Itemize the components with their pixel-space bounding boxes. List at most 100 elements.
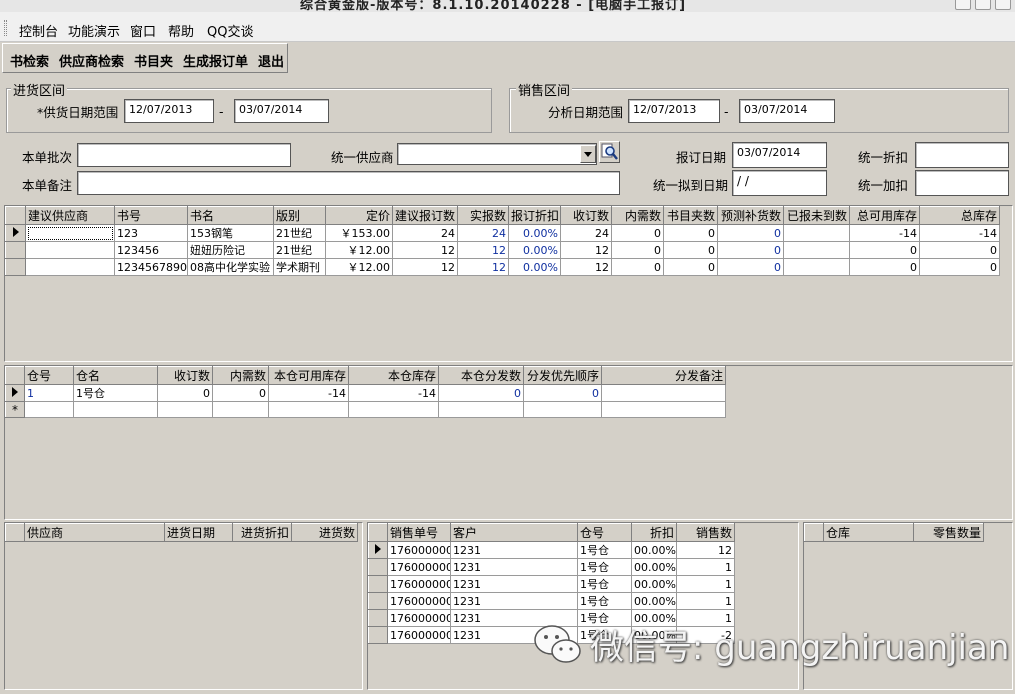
- table-row[interactable]: 123456 妞妞历险记 21世纪 ￥12.00 12 12 0.00% 12 …: [5, 241, 1000, 259]
- cell-warehouse-no[interactable]: 1号仓: [577, 558, 632, 576]
- col-header-price[interactable]: 定价: [325, 206, 393, 225]
- cell-sales-no[interactable]: 17600000000: [387, 609, 451, 627]
- order-date-input[interactable]: 03/07/2014: [732, 142, 827, 168]
- row-indicator[interactable]: [5, 224, 26, 242]
- cell-internal-qty[interactable]: 0: [611, 241, 664, 259]
- col-header-purchase-date[interactable]: 进货日期: [164, 523, 233, 542]
- cell-order-discount[interactable]: 0.00%: [508, 224, 561, 242]
- col-header-received-qty[interactable]: 收订数: [157, 366, 213, 385]
- remark-input[interactable]: [77, 171, 620, 195]
- row-indicator[interactable]: [5, 241, 26, 259]
- new-row-indicator[interactable]: *: [5, 401, 25, 418]
- cell-sales-no[interactable]: 17600000000: [387, 558, 451, 576]
- cell-warehouse-no[interactable]: 1号仓: [577, 592, 632, 610]
- row-indicator[interactable]: [368, 609, 388, 627]
- cell-warehouse-no[interactable]: 1号仓: [577, 575, 632, 593]
- cell-available-stock[interactable]: -14: [849, 224, 920, 242]
- row-indicator[interactable]: [5, 384, 25, 402]
- table-row[interactable]: 17600000000 1231 1号仓 00.00% 12: [368, 541, 735, 559]
- col-header-title[interactable]: 书名: [187, 206, 274, 225]
- cell-title[interactable]: 妞妞历险记: [187, 241, 274, 259]
- cell-warehouse-no[interactable]: 1号仓: [577, 541, 632, 559]
- col-header-warehouse[interactable]: 仓库: [823, 523, 914, 542]
- cell-forecast-qty[interactable]: 0: [717, 258, 784, 276]
- purchase-date-to-input[interactable]: 03/07/2014: [234, 99, 329, 123]
- col-header-warehouse-no[interactable]: 仓号: [577, 523, 632, 542]
- col-header-warehouse-no[interactable]: 仓号: [24, 366, 74, 385]
- col-header-isbn[interactable]: 书号: [114, 206, 188, 225]
- col-header-received-qty[interactable]: 收订数: [560, 206, 612, 225]
- col-header-retail-qty[interactable]: 零售数量: [913, 523, 984, 542]
- table-row[interactable]: 1234567890 08高中化学实验 学术期刊 ￥12.00 12 12 0.…: [5, 258, 1000, 276]
- col-header-total-stock[interactable]: 总库存: [919, 206, 1000, 225]
- cell-title[interactable]: 08高中化学实验: [187, 258, 274, 276]
- cell-edition[interactable]: 21世纪: [273, 241, 326, 259]
- col-header-folder-qty[interactable]: 书目夹数: [663, 206, 718, 225]
- sales-date-from-input[interactable]: 12/07/2013: [628, 99, 720, 123]
- col-header-warehouse-name[interactable]: 仓名: [73, 366, 158, 385]
- cell-folder-qty[interactable]: 0: [663, 224, 718, 242]
- book-order-grid[interactable]: 建议供应商 书号 书名 版别 定价 建议报订数 实报数 报订折扣 收订数 内需数…: [4, 205, 1013, 362]
- cell-received-qty[interactable]: 24: [560, 224, 612, 242]
- new-row[interactable]: *: [5, 401, 726, 418]
- close-button[interactable]: [995, 0, 1011, 10]
- cell-distribute-priority[interactable]: 0: [523, 384, 602, 402]
- book-folder-button[interactable]: 书目夹: [134, 51, 173, 70]
- col-header-distribute-priority[interactable]: 分发优先顺序: [523, 366, 602, 385]
- cell-actual-qty[interactable]: 12: [457, 258, 509, 276]
- cell-received-qty[interactable]: 12: [560, 258, 612, 276]
- col-header-internal-qty[interactable]: 内需数: [212, 366, 269, 385]
- col-header-warehouse-available[interactable]: 本仓可用库存: [268, 366, 349, 385]
- col-header-sales-qty[interactable]: 销售数: [676, 523, 735, 542]
- purchase-date-from-input[interactable]: 12/07/2013: [124, 99, 214, 123]
- col-header-forecast-qty[interactable]: 预测补货数: [717, 206, 784, 225]
- cell-actual-qty[interactable]: 24: [457, 224, 509, 242]
- supplier-dropdown-button[interactable]: [580, 145, 596, 163]
- col-header-edition[interactable]: 版别: [273, 206, 326, 225]
- table-row[interactable]: 17600000000 1231 1号仓 00.00% 1: [368, 558, 735, 576]
- cell-actual-qty[interactable]: 12: [457, 241, 509, 259]
- cell-sales-qty[interactable]: 12: [676, 541, 735, 559]
- cell-internal-qty[interactable]: 0: [611, 258, 664, 276]
- cell-empty[interactable]: [24, 401, 74, 418]
- cell-warehouse-name[interactable]: 1号仓: [73, 384, 158, 402]
- col-header-available-stock[interactable]: 总可用库存: [849, 206, 920, 225]
- row-indicator[interactable]: [368, 575, 388, 593]
- cell-discount[interactable]: 00.00%: [631, 558, 677, 576]
- cell-title[interactable]: 153钢笔: [187, 224, 274, 242]
- cell-suggested-qty[interactable]: 24: [392, 224, 458, 242]
- book-search-button[interactable]: 书检索: [10, 51, 49, 70]
- cell-received-qty[interactable]: 0: [157, 384, 213, 402]
- cell-warehouse-available[interactable]: -14: [268, 384, 349, 402]
- col-header-supplier[interactable]: 建议供应商: [25, 206, 115, 225]
- menu-demo[interactable]: 功能演示: [68, 21, 120, 40]
- cell-pending-qty[interactable]: [783, 224, 850, 242]
- table-row[interactable]: 1 1号仓 0 0 -14 -14 0 0: [5, 384, 726, 402]
- warehouse-grid[interactable]: 仓号 仓名 收订数 内需数 本仓可用库存 本仓库存 本仓分发数 分发优先顺序 分…: [4, 365, 1013, 520]
- supplier-search-icon-button[interactable]: [599, 141, 620, 163]
- cell-discount[interactable]: 00.00%: [631, 575, 677, 593]
- row-indicator[interactable]: [368, 592, 388, 610]
- cell-sales-qty[interactable]: 1: [676, 592, 735, 610]
- cell-customer[interactable]: 1231: [450, 558, 578, 576]
- cell-distribute-remark[interactable]: [601, 384, 726, 402]
- cell-total-stock[interactable]: -14: [919, 224, 1000, 242]
- cell-warehouse-stock[interactable]: -14: [348, 384, 439, 402]
- table-row[interactable]: 123 153钢笔 21世纪 ￥153.00 24 24 0.00% 24 0 …: [5, 224, 1000, 242]
- cell-isbn[interactable]: 123456: [114, 241, 188, 259]
- cell-empty[interactable]: [438, 401, 524, 418]
- col-header-sales-no[interactable]: 销售单号: [387, 523, 451, 542]
- cell-empty[interactable]: [601, 401, 726, 418]
- cell-order-discount[interactable]: 0.00%: [508, 258, 561, 276]
- supplier-search-button[interactable]: 供应商检索: [59, 51, 124, 70]
- col-header-pending-qty[interactable]: 已报未到数: [783, 206, 850, 225]
- cell-folder-qty[interactable]: 0: [663, 258, 718, 276]
- cell-sales-qty[interactable]: 1: [676, 558, 735, 576]
- minimize-button[interactable]: [955, 0, 971, 10]
- generate-order-button[interactable]: 生成报订单: [183, 51, 248, 70]
- cell-price[interactable]: ￥153.00: [325, 224, 393, 242]
- cell-empty[interactable]: [157, 401, 213, 418]
- menu-qq-chat[interactable]: QQ交谈: [207, 21, 253, 40]
- cell-supplier[interactable]: [25, 258, 115, 276]
- cell-distribute-qty[interactable]: 0: [438, 384, 524, 402]
